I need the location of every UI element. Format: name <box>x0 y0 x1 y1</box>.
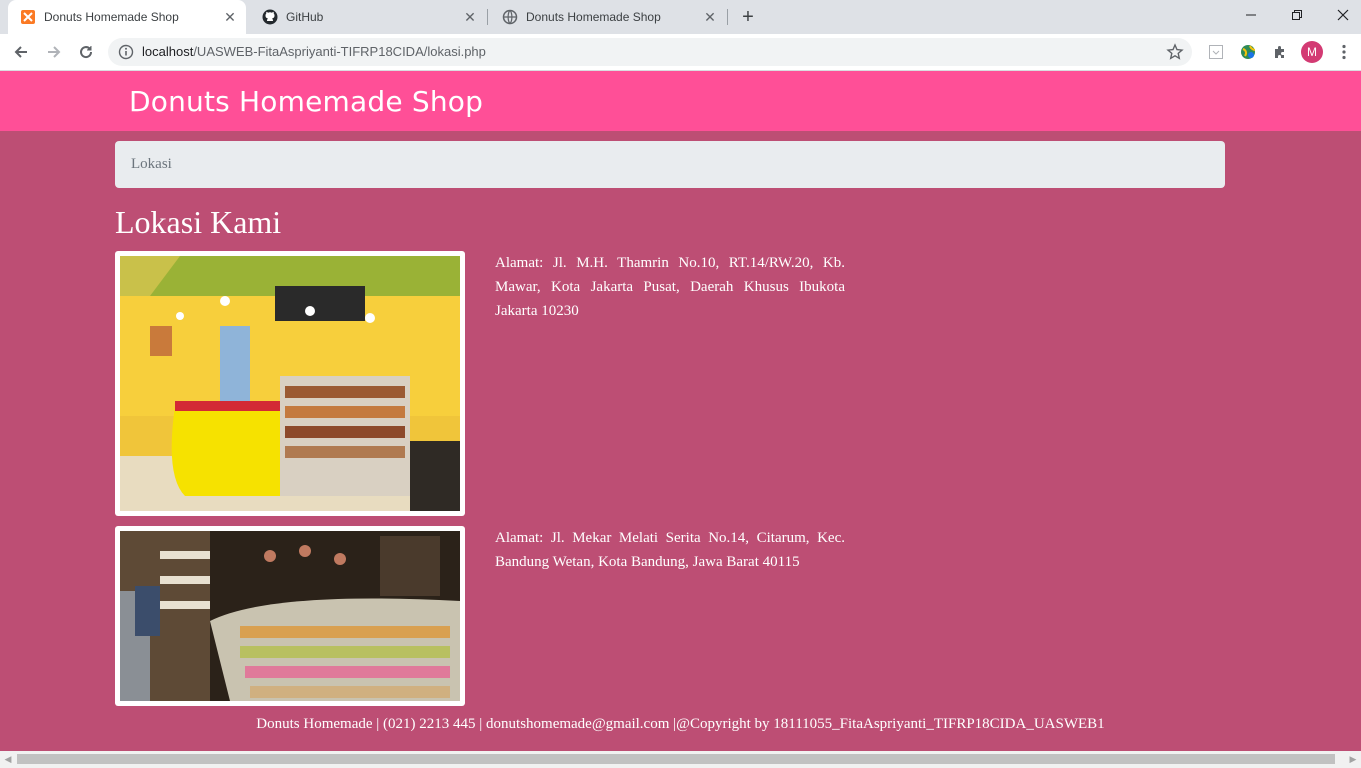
location-photo-jakarta <box>115 251 465 516</box>
donut-display-image <box>120 531 460 701</box>
scroll-left-icon[interactable]: ◀ <box>3 754 13 764</box>
breadcrumb: Lokasi <box>115 141 1225 188</box>
horizontal-scrollbar[interactable]: ◀ ▶ <box>0 751 1361 768</box>
site-footer: Donuts Homemade | (021) 2213 445 | donut… <box>256 716 1105 732</box>
url-host: localhost <box>142 44 194 59</box>
location-photo-bandung <box>115 526 465 706</box>
tab-donuts-shop-active[interactable]: Donuts Homemade Shop ✕ <box>8 0 246 34</box>
page-title: Lokasi Kami <box>115 204 282 240</box>
scroll-right-icon[interactable]: ▶ <box>1348 754 1358 764</box>
new-tab-button[interactable]: + <box>736 5 760 29</box>
minimize-button[interactable] <box>1228 0 1274 30</box>
forward-button[interactable] <box>40 38 68 66</box>
tab-strip: Donuts Homemade Shop ✕ GitHub ✕ Donuts H… <box>0 0 1361 34</box>
close-tab-icon[interactable]: ✕ <box>460 7 480 27</box>
url-path: /UASWEB-FitaAspriyanti-TIFRP18CIDA/lokas… <box>193 44 486 59</box>
arrow-left-icon <box>14 46 27 58</box>
xampp-icon <box>20 9 36 25</box>
tab-divider <box>727 9 728 25</box>
extensions-puzzle-icon[interactable] <box>1270 42 1290 62</box>
profile-avatar[interactable]: M <box>1301 41 1323 63</box>
reload-icon <box>80 46 93 59</box>
site-header: Donuts Homemade Shop <box>0 71 1361 131</box>
tab-github[interactable]: GitHub ✕ <box>250 0 486 34</box>
arrow-right-icon <box>48 46 61 58</box>
address-bar[interactable]: localhost/UASWEB-FitaAspriyanti-TIFRP18C… <box>108 38 1192 66</box>
close-tab-icon[interactable]: ✕ <box>220 7 240 27</box>
site-brand[interactable]: Donuts Homemade Shop <box>129 85 483 118</box>
bookmark-star-icon[interactable] <box>1166 43 1184 61</box>
tab-donuts-shop[interactable]: Donuts Homemade Shop ✕ <box>490 0 726 34</box>
globe-icon <box>502 9 518 25</box>
browser-toolbar: localhost/UASWEB-FitaAspriyanti-TIFRP18C… <box>0 34 1361 71</box>
tab-title: GitHub <box>286 10 324 24</box>
tab-title: Donuts Homemade Shop <box>526 10 661 24</box>
reload-button[interactable] <box>72 38 100 66</box>
restore-button[interactable] <box>1274 0 1320 30</box>
url-text: localhost/UASWEB-FitaAspriyanti-TIFRP18C… <box>142 44 486 59</box>
yellow-shop-interior-image <box>120 256 460 511</box>
location-address-bandung: Alamat: Jl. Mekar Melati Serita No.14, C… <box>495 530 845 570</box>
scrollbar-thumb[interactable] <box>17 754 1335 764</box>
github-icon <box>262 9 278 25</box>
more-menu-icon[interactable] <box>1334 42 1354 62</box>
restore-icon <box>1292 10 1302 20</box>
close-window-button[interactable] <box>1320 0 1361 30</box>
extension-globe-icon[interactable] <box>1238 42 1258 62</box>
info-icon[interactable] <box>118 44 134 60</box>
close-icon <box>1337 9 1349 21</box>
back-button[interactable] <box>7 38 35 66</box>
tab-title: Donuts Homemade Shop <box>44 10 179 24</box>
tab-divider <box>487 9 488 25</box>
breadcrumb-item-lokasi: Lokasi <box>131 156 172 172</box>
location-address-jakarta: Alamat: Jl. M.H. Thamrin No.10, RT.14/RW… <box>495 255 845 319</box>
close-tab-icon[interactable]: ✕ <box>700 7 720 27</box>
minimize-icon <box>1246 14 1256 16</box>
extension-reader-icon[interactable] <box>1206 42 1226 62</box>
